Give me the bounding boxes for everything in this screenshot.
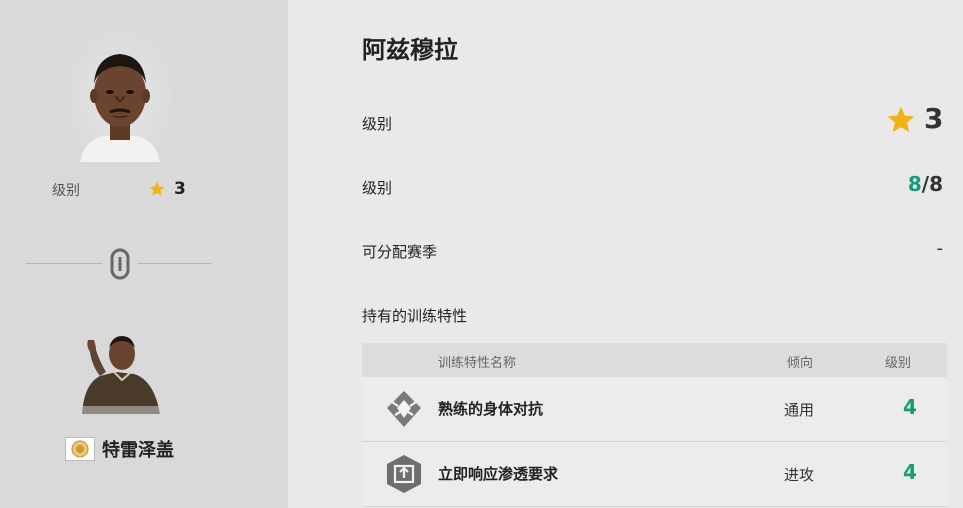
table-row[interactable]: 熟练的身体对抗 通用 4 [362, 377, 947, 442]
table-row[interactable]: 立即响应渗透要求 进攻 4 [362, 442, 947, 507]
player-photo [72, 336, 168, 414]
level-value: 3 [924, 102, 944, 135]
level-progress-current: 8 [907, 172, 922, 196]
trait-name: 熟练的身体对抗 [438, 400, 544, 418]
level-label: 级别 [362, 115, 393, 133]
assignable-seasons-value: - [936, 238, 944, 259]
level-label: 级别 [52, 183, 80, 199]
through-ball-trait-icon [387, 455, 421, 493]
level-progress-label: 级别 [362, 179, 393, 197]
coach-name: 阿兹穆拉 [362, 36, 458, 64]
training-traits-heading: 持有的训练特性 [362, 307, 468, 325]
coach-detail-panel: 阿兹穆拉 级别 3 级别 8/8 可分配赛季 - 持有的训练特性 训练特性名称 … [288, 0, 963, 508]
header-tendency: 倾向 [787, 356, 814, 371]
table-header: 训练特性名称 倾向 级别 [362, 343, 947, 377]
divider [138, 263, 212, 264]
level-progress: 8/8 [908, 172, 943, 196]
star-icon [149, 181, 165, 196]
header-trait-name: 训练特性名称 [438, 356, 517, 371]
trait-tendency: 通用 [784, 401, 815, 419]
physical-trait-icon [387, 391, 421, 427]
coach-summary-panel: 级别 3 特雷泽盖 [0, 0, 288, 508]
divider [26, 263, 102, 264]
level-progress-separator: / [921, 172, 930, 196]
link-icon [110, 248, 130, 280]
trait-level: 4 [903, 460, 917, 484]
star-icon [887, 106, 915, 132]
header-level: 级别 [885, 356, 912, 371]
assignable-seasons-label: 可分配赛季 [362, 243, 438, 261]
club-badge-icon [65, 437, 95, 461]
training-traits-table: 训练特性名称 倾向 级别 熟练的身体对抗 通用 4 立即响应渗透要求 进攻 4 [362, 343, 947, 507]
coach-photo [70, 32, 170, 162]
trait-name: 立即响应渗透要求 [438, 465, 559, 483]
trait-level: 4 [903, 395, 917, 419]
level-progress-max: 8 [929, 172, 943, 196]
level-value: 3 [174, 179, 186, 199]
trait-tendency: 进攻 [784, 466, 815, 484]
player-name: 特雷泽盖 [102, 440, 174, 461]
